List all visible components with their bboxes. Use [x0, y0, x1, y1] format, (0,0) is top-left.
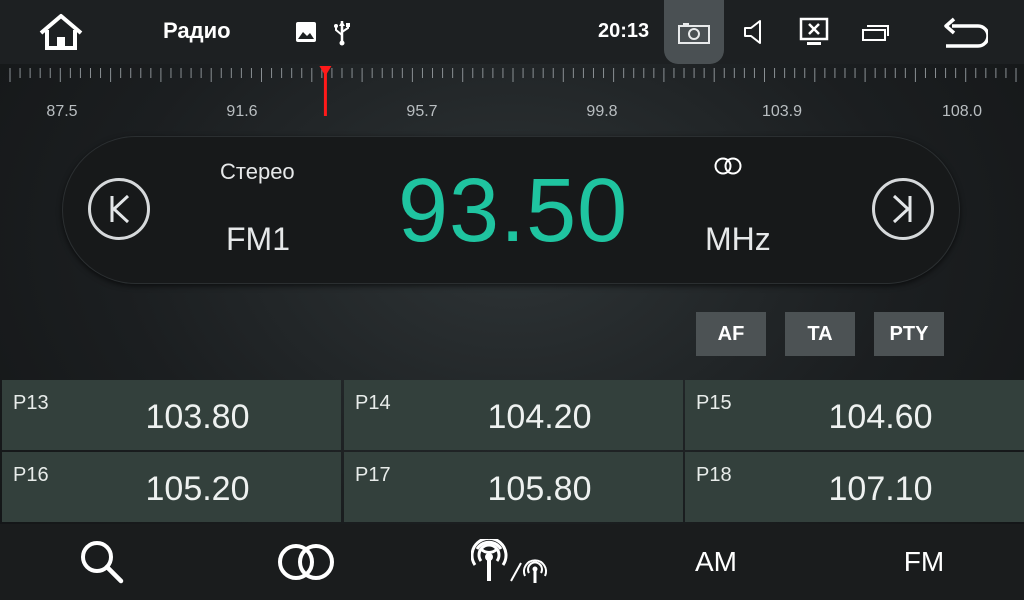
preset-p15[interactable]: P15 104.60 — [685, 380, 1024, 450]
pty-button[interactable]: PTY — [874, 312, 944, 356]
home-icon[interactable] — [34, 12, 88, 52]
seek-previous-icon — [110, 194, 130, 224]
preset-grid: P13 103.80 P14 104.20 P15 104.60 P16 105… — [0, 378, 1024, 524]
usb-icon — [330, 18, 354, 46]
preset-frequency: 105.20 — [145, 470, 250, 508]
local-distance-button[interactable] — [466, 524, 556, 600]
scale-label: 91.6 — [226, 103, 258, 120]
clock: 20:13 — [598, 20, 650, 42]
volume-icon[interactable] — [738, 16, 770, 48]
tuning-needle-head — [319, 66, 332, 76]
unit-label: MHz — [705, 221, 771, 257]
search-icon — [81, 541, 124, 584]
back-icon[interactable] — [938, 14, 990, 52]
search-button[interactable] — [62, 524, 142, 600]
bottom-bar: AM FM — [0, 524, 1024, 600]
scale-label: 95.7 — [406, 103, 438, 120]
seek-previous-button[interactable] — [88, 178, 150, 240]
stereo-icon — [278, 544, 334, 580]
stereo-toggle-button[interactable] — [266, 524, 346, 600]
status-bar: Радио 20:13 — [0, 0, 1024, 64]
scale-label: 99.8 — [586, 103, 618, 120]
scale-label: 103.9 — [761, 103, 803, 120]
preset-frequency: 104.20 — [487, 398, 592, 436]
scale-label: 108.0 — [941, 103, 983, 120]
fm-button[interactable]: FM — [884, 524, 964, 600]
am-button[interactable]: AM — [676, 524, 756, 600]
image-icon — [294, 20, 318, 44]
preset-p18[interactable]: P18 107.10 — [685, 452, 1024, 522]
preset-frequency: 107.10 — [828, 470, 933, 508]
ta-button[interactable]: TA — [785, 312, 855, 356]
app-title: Радио — [163, 18, 231, 43]
preset-p14[interactable]: P14 104.20 — [344, 380, 683, 450]
close-screen-icon[interactable] — [796, 14, 832, 48]
preset-p13[interactable]: P13 103.80 — [2, 380, 341, 450]
scale-label: 87.5 — [46, 103, 78, 120]
seek-next-button[interactable] — [872, 178, 934, 240]
window-icon[interactable] — [858, 18, 892, 46]
band-label: FM1 — [226, 221, 290, 257]
frequency-display: Стерео FM1 93.50 MHz — [62, 136, 960, 284]
preset-p16[interactable]: P16 105.20 — [2, 452, 341, 522]
antenna-icon — [471, 539, 547, 583]
stereo-label: Стерео — [220, 159, 295, 184]
tuning-scale[interactable] — [0, 64, 1024, 124]
preset-frequency: 103.80 — [145, 398, 250, 436]
screenshot-icon[interactable] — [674, 18, 714, 48]
preset-p17[interactable]: P17 105.80 — [344, 452, 683, 522]
seek-next-icon — [892, 194, 912, 224]
af-button[interactable]: AF — [696, 312, 766, 356]
current-frequency: 93.50 — [398, 161, 629, 261]
preset-frequency: 104.60 — [828, 398, 933, 436]
stereo-icon — [712, 156, 744, 181]
preset-frequency: 105.80 — [487, 470, 592, 508]
